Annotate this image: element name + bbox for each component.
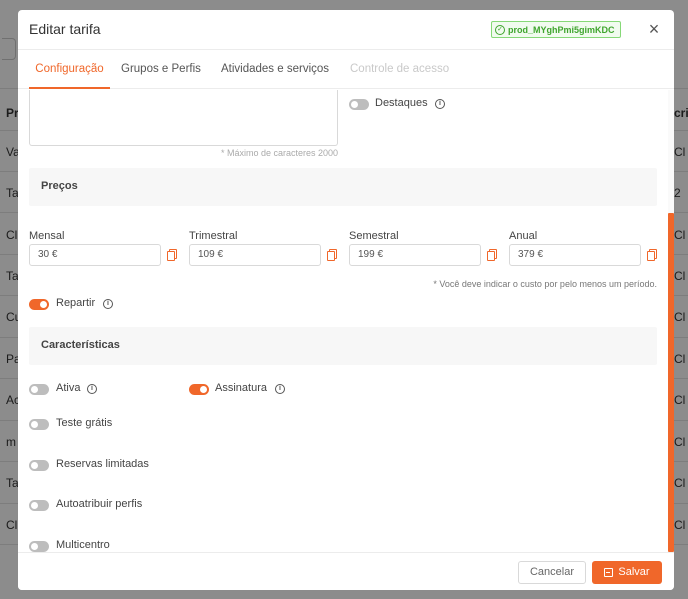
annual-price-label: Anual [509, 230, 538, 242]
monthly-price-label: Mensal [29, 230, 65, 242]
period-price-hint: * Você deve indicar o custo por pelo men… [433, 279, 657, 289]
copy-icon[interactable] [487, 249, 497, 261]
tab-groups-profiles[interactable]: Grupos e Perfis [121, 50, 201, 89]
edit-rate-modal: Editar tarifa ✓ prod_MYghPmi5gimKDC × Co… [18, 10, 674, 590]
quarterly-price-input[interactable]: 109 € [189, 244, 321, 266]
multicenter-label: Multicentro [56, 539, 110, 551]
check-circle-icon: ✓ [495, 24, 505, 35]
prices-section-title: Preços [41, 180, 78, 192]
active-label: Ativa [56, 382, 81, 394]
free-trial-label: Teste grátis [56, 417, 113, 429]
modal-content: * Máximo de caracteres 2000 Destaques i … [18, 90, 674, 552]
product-id-text: prod_MYghPmi5gimKDC [508, 24, 615, 35]
free-trial-toggle[interactable] [29, 419, 49, 430]
monthly-price-input[interactable]: 30 € [29, 244, 161, 266]
features-section-title: Características [41, 339, 120, 351]
description-textarea[interactable] [29, 90, 338, 146]
limited-bookings-toggle[interactable] [29, 460, 49, 471]
highlights-label: Destaques [375, 97, 428, 109]
tab-configuration[interactable]: Configuração [29, 50, 110, 89]
scrollbar-thumb[interactable] [668, 213, 674, 552]
highlights-toggle[interactable] [349, 99, 369, 110]
multicenter-toggle[interactable] [29, 541, 49, 552]
product-id-badge: ✓ prod_MYghPmi5gimKDC [491, 21, 621, 38]
modal-footer: Cancelar Salvar [18, 552, 674, 590]
save-button-label: Salvar [618, 566, 650, 578]
modal-title: Editar tarifa [29, 21, 101, 37]
subscription-toggle[interactable] [189, 384, 209, 395]
info-icon[interactable]: i [435, 99, 445, 109]
copy-icon[interactable] [327, 249, 337, 261]
auto-assign-profiles-toggle[interactable] [29, 500, 49, 511]
cancel-button[interactable]: Cancelar [518, 561, 586, 584]
subscription-label: Assinatura [215, 382, 267, 394]
auto-assign-profiles-label: Autoatribuir perfis [56, 498, 143, 510]
close-icon[interactable]: × [646, 20, 662, 38]
limited-bookings-label: Reservas limitadas [56, 458, 149, 470]
copy-icon[interactable] [167, 249, 177, 261]
active-toggle[interactable] [29, 384, 49, 395]
tab-activities-services[interactable]: Atividades e serviços [221, 50, 329, 89]
semiannual-price-input[interactable]: 199 € [349, 244, 481, 266]
save-icon [604, 568, 614, 577]
info-icon[interactable]: i [275, 384, 285, 394]
save-button[interactable]: Salvar [592, 561, 662, 584]
quarterly-price-label: Trimestral [189, 230, 238, 242]
split-label: Repartir [56, 297, 96, 309]
tab-bar: Configuração Grupos e Perfis Atividades … [18, 50, 674, 89]
split-toggle[interactable] [29, 299, 49, 310]
tab-access-control: Controle de acesso [350, 63, 450, 75]
char-limit-hint: * Máximo de caracteres 2000 [220, 148, 338, 158]
info-icon[interactable]: i [87, 384, 97, 394]
prices-section-header: Preços [29, 168, 657, 206]
features-section-header: Características [29, 327, 657, 365]
copy-icon[interactable] [647, 249, 657, 261]
semiannual-price-label: Semestral [349, 230, 399, 242]
modal-header: Editar tarifa ✓ prod_MYghPmi5gimKDC × [18, 10, 674, 50]
info-icon[interactable]: i [103, 299, 113, 309]
annual-price-input[interactable]: 379 € [509, 244, 641, 266]
